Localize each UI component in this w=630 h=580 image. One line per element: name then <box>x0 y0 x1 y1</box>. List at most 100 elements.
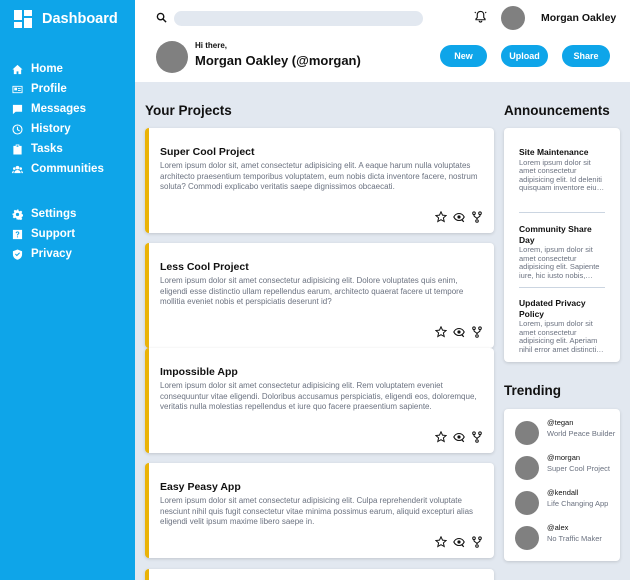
trending-item[interactable]: @morgan Super Cool Project <box>504 453 620 488</box>
clock-icon <box>12 123 23 135</box>
watch-icon[interactable] <box>453 431 465 443</box>
trending-item[interactable]: @kendall Life Changing App <box>504 488 620 523</box>
trending-handle: @morgan <box>547 453 581 462</box>
announcement-item[interactable]: Community Share Day Lorem, ipsum dolor s… <box>519 213 605 288</box>
announcement-item[interactable]: Site Maintenance Lorem ipsum dolor sit a… <box>519 147 605 213</box>
watch-icon[interactable] <box>453 326 465 338</box>
greeting: Hi there, <box>195 41 228 50</box>
fork-icon[interactable] <box>471 211 483 223</box>
project-description: Lorem ipsum dolor sit amet consectetur a… <box>160 496 474 526</box>
sidebar-item-tasks[interactable]: Tasks <box>0 139 135 159</box>
project-title: Super Cool Project <box>160 146 255 158</box>
brand[interactable]: Dashboard <box>14 10 118 28</box>
project-card[interactable]: Super Cool Project Lorem ipsum dolor sit… <box>145 128 494 233</box>
sidebar-item-history[interactable]: History <box>0 119 135 139</box>
profile-avatar <box>156 41 188 73</box>
star-icon[interactable] <box>435 536 447 548</box>
sidebar-item-profile[interactable]: Profile <box>0 79 135 99</box>
gear-icon <box>12 208 23 220</box>
users-icon <box>12 164 23 175</box>
dashboard-logo-icon <box>14 10 32 28</box>
trending-handle: @kendall <box>547 488 579 497</box>
trending-panel: @tegan World Peace Builder @morgan Super C… <box>504 409 620 561</box>
trending-handle: @tegan <box>547 418 574 427</box>
project-title: Less Cool Project <box>160 261 249 273</box>
project-title: Impossible App <box>160 366 238 378</box>
sidebar-item-communities[interactable]: Communities <box>0 159 135 179</box>
sidebar-item-privacy[interactable]: Privacy <box>0 244 135 264</box>
sidebar-item-home[interactable]: Home <box>0 59 135 79</box>
sidebar-item-settings[interactable]: Settings <box>0 204 135 224</box>
id-card-icon <box>12 84 23 95</box>
project-title: Easy Peasy App <box>160 481 241 493</box>
shield-icon <box>12 248 23 260</box>
search-icon <box>156 12 167 23</box>
sidebar-item-messages[interactable]: Messages <box>0 99 135 119</box>
sidebar-item-label: Profile <box>31 83 67 95</box>
projects-title: Your Projects <box>145 103 232 118</box>
fork-icon[interactable] <box>471 431 483 443</box>
home-icon <box>12 64 23 75</box>
trending-item[interactable]: @alex No Traffic Maker <box>504 523 620 558</box>
project-description: Lorem ipsum dolor sit, amet consectetur … <box>160 161 478 191</box>
star-icon[interactable] <box>435 431 447 443</box>
new-button[interactable]: New <box>440 45 487 67</box>
star-icon[interactable] <box>435 211 447 223</box>
sidebar-item-label: Settings <box>31 208 77 220</box>
announcements-panel: Site Maintenance Lorem ipsum dolor sit a… <box>504 128 620 362</box>
project-actions <box>435 211 483 223</box>
project-card[interactable]: Less Cool Project Lorem ipsum dolor sit … <box>145 243 494 348</box>
trending-handle: @alex <box>547 523 569 532</box>
project-actions <box>435 326 483 338</box>
sidebar-item-label: Support <box>31 228 76 240</box>
avatar <box>515 456 539 480</box>
star-icon[interactable] <box>435 326 447 338</box>
project-actions <box>435 536 483 548</box>
project-card-partial[interactable] <box>145 569 494 580</box>
project-description: Lorem ipsum dolor sit amet consectetur a… <box>160 276 464 306</box>
search-input[interactable] <box>174 11 423 26</box>
help-icon <box>12 229 23 240</box>
project-card[interactable]: Impossible App Lorem ipsum dolor sit ame… <box>145 348 494 453</box>
trending-project: Life Changing App <box>547 499 609 508</box>
avatar <box>515 526 539 550</box>
upload-button[interactable]: Upload <box>501 45 548 67</box>
announcement-body: Lorem, ipsum dolor sit amet consectetur … <box>519 246 600 280</box>
message-icon <box>12 104 23 115</box>
fork-icon[interactable] <box>471 536 483 548</box>
sidebar-item-label: Tasks <box>31 143 63 155</box>
avatar <box>515 421 539 445</box>
user-name: Morgan Oakley <box>541 12 617 24</box>
sidebar: Dashboard Home Profile Messages History … <box>0 0 135 580</box>
secondary-nav: Settings Support Privacy <box>0 204 135 264</box>
trending-title: Trending <box>504 383 561 398</box>
watch-icon[interactable] <box>453 536 465 548</box>
project-card[interactable]: Easy Peasy App Lorem ipsum dolor sit ame… <box>145 463 494 558</box>
announcement-body: Lorem ipsum dolor sit amet consectetur a… <box>519 158 602 193</box>
project-description: Lorem ipsum dolor sit amet consectetur a… <box>160 381 477 411</box>
share-button[interactable]: Share <box>562 45 610 67</box>
clipboard-icon <box>12 143 23 155</box>
announcement-item[interactable]: Updated Privacy Policy Lorem, ipsum dolo… <box>519 288 605 363</box>
user-avatar[interactable] <box>501 6 525 30</box>
sidebar-item-label: History <box>31 123 71 135</box>
announcement-body: Lorem, ipsum dolor sit amet consectetur … <box>519 320 601 354</box>
profile-full-name: Morgan Oakley (@morgan) <box>195 53 361 68</box>
announcement-title: Community Share Day <box>519 224 592 245</box>
brand-title: Dashboard <box>42 11 118 27</box>
bell-icon[interactable] <box>474 10 487 23</box>
project-actions <box>435 431 483 443</box>
trending-item[interactable]: @tegan World Peace Builder <box>504 418 620 453</box>
avatar <box>515 491 539 515</box>
announcement-title: Updated Privacy Policy <box>519 298 586 319</box>
watch-icon[interactable] <box>453 211 465 223</box>
fork-icon[interactable] <box>471 326 483 338</box>
primary-nav: Home Profile Messages History Tasks Comm… <box>0 59 135 179</box>
announcements-title: Announcements <box>504 103 610 118</box>
sidebar-item-support[interactable]: Support <box>0 224 135 244</box>
trending-project: Super Cool Project <box>547 464 610 473</box>
sidebar-item-label: Communities <box>31 163 104 175</box>
sidebar-item-label: Home <box>31 63 63 75</box>
header: Morgan Oakley Hi there, Morgan Oakley (@… <box>135 0 630 82</box>
sidebar-item-label: Privacy <box>31 248 72 260</box>
